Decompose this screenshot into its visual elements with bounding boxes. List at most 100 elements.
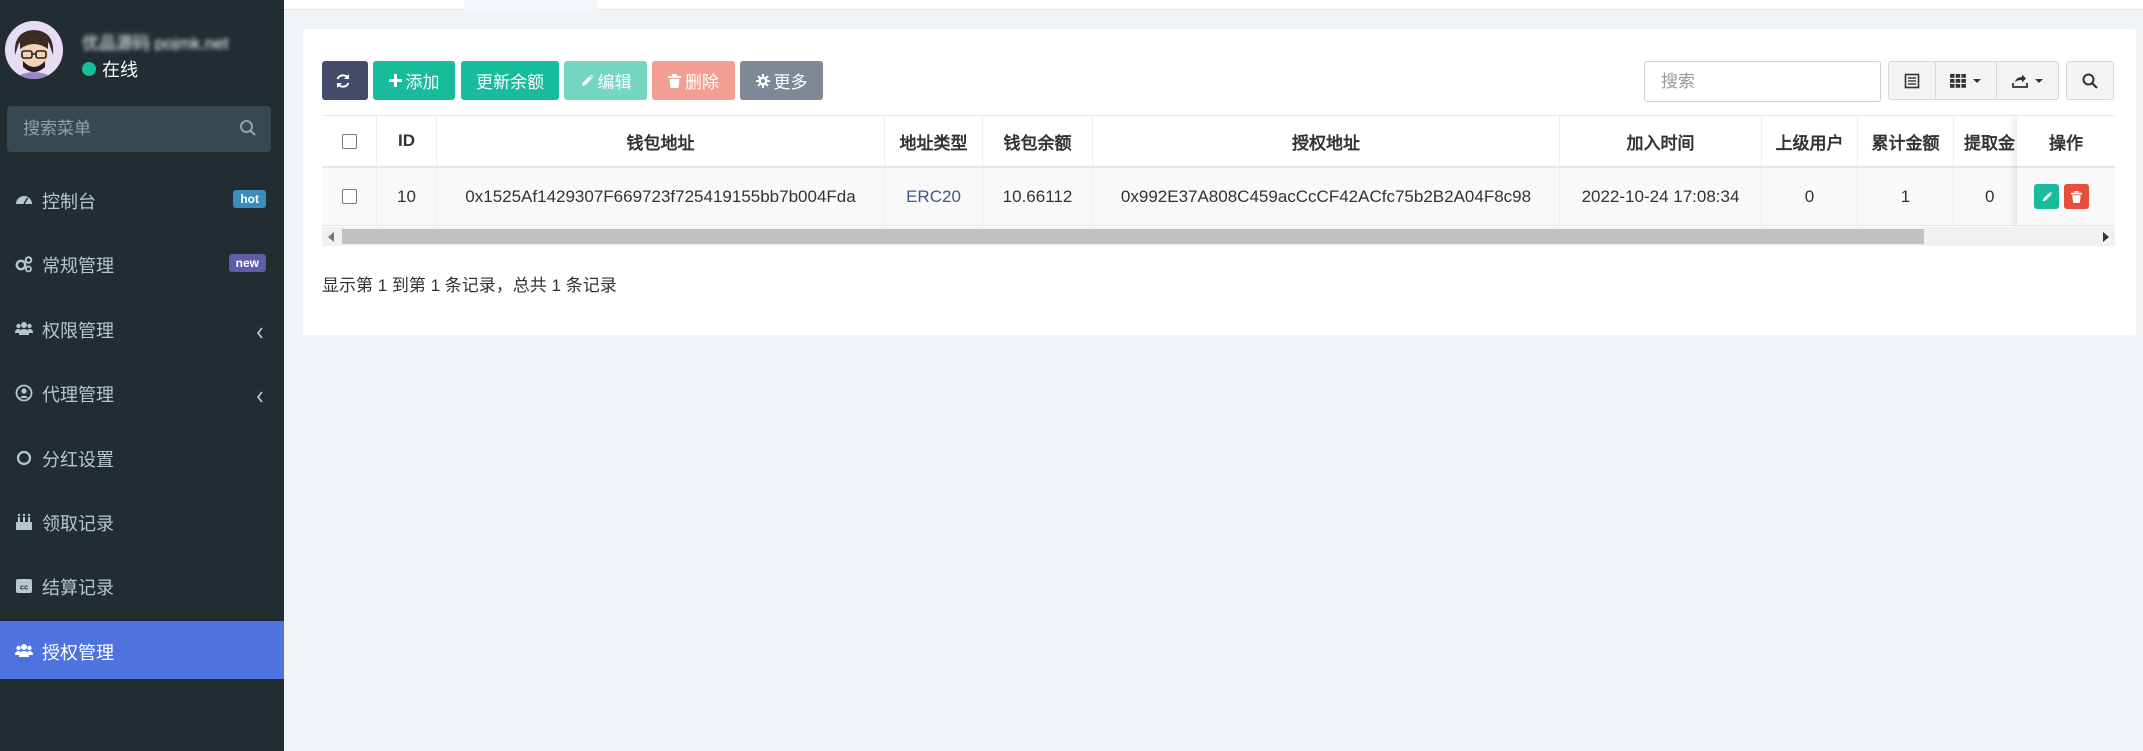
plus-icon bbox=[388, 74, 402, 87]
sidebar-item-label: 授权管理 bbox=[42, 643, 114, 663]
table-search-input[interactable] bbox=[1645, 62, 1880, 101]
edit-button[interactable]: 编辑 bbox=[564, 61, 647, 100]
sidebar-item-claims[interactable]: 领取记录 bbox=[0, 492, 284, 550]
dashboard-icon bbox=[15, 191, 33, 209]
sidebar-item-dividend[interactable]: 分红设置 bbox=[0, 428, 284, 486]
cell-join-time: 2022-10-24 17:08:34 bbox=[1560, 168, 1762, 225]
column-header[interactable]: 授权地址 bbox=[1093, 116, 1560, 166]
pagination-info: 显示第 1 到第 1 条记录，总共 1 条记录 bbox=[322, 276, 617, 295]
sidebar-item-label: 结算记录 bbox=[42, 578, 114, 598]
cell-total-amount: 1 bbox=[1858, 168, 1954, 225]
toggle-view-button[interactable] bbox=[1888, 61, 1936, 100]
users-icon bbox=[15, 320, 33, 338]
refresh-button[interactable] bbox=[322, 61, 368, 100]
export-icon bbox=[2011, 74, 2028, 88]
sidebar-item-label: 分红设置 bbox=[42, 450, 114, 470]
caret-down-icon bbox=[2034, 78, 2043, 83]
sidebar-item-general[interactable]: 常规管理 new bbox=[0, 234, 284, 292]
pencil-icon bbox=[2042, 191, 2052, 201]
search-icon[interactable] bbox=[239, 119, 257, 142]
top-tab-bar bbox=[284, 0, 2143, 10]
row-edit-button[interactable] bbox=[2034, 184, 2059, 209]
user-name: 优品源码 pojmk.net bbox=[82, 34, 229, 51]
refresh-icon bbox=[336, 73, 350, 88]
scroll-left-icon[interactable] bbox=[328, 232, 334, 242]
avatar[interactable] bbox=[5, 21, 63, 79]
add-label: 添加 bbox=[405, 73, 440, 92]
sidebar-item-label: 权限管理 bbox=[42, 321, 114, 341]
operation-column: 操作 bbox=[2017, 115, 2115, 226]
sidebar-item-dashboard[interactable]: 控制台 hot bbox=[0, 170, 284, 228]
menu-search-input[interactable] bbox=[7, 106, 271, 152]
edit-label: 编辑 bbox=[597, 73, 632, 92]
horizontal-scrollbar[interactable] bbox=[322, 227, 2115, 246]
scroll-right-icon[interactable] bbox=[2103, 232, 2109, 242]
sidebar-item-authorization[interactable]: 授权管理 bbox=[0, 621, 284, 679]
cell-withdraw: 0 bbox=[1954, 168, 2024, 225]
cc-icon: cc bbox=[15, 577, 33, 595]
gear-icon bbox=[755, 73, 770, 88]
sidebar: 优品源码 pojmk.net 在线 控制台 hot 常规管理 new 权限管理 bbox=[0, 0, 284, 751]
table-search bbox=[1644, 61, 1881, 102]
select-all-cell bbox=[322, 116, 377, 166]
more-button[interactable]: 更多 bbox=[740, 61, 823, 100]
search-icon bbox=[2082, 73, 2098, 89]
cell-parent-user: 0 bbox=[1762, 168, 1858, 225]
data-table: ID 钱包地址 地址类型 钱包余额 授权地址 加入时间 上级用户 累计金额 提取… bbox=[322, 115, 2115, 246]
table-row[interactable]: 10 0x1525Af1429307F669723f725419155bb7b0… bbox=[322, 168, 2115, 226]
delete-label: 删除 bbox=[685, 73, 719, 92]
cell-wallet-address: 0x1525Af1429307F669723f725419155bb7b004F… bbox=[437, 168, 885, 225]
column-header[interactable]: 钱包余额 bbox=[983, 116, 1093, 166]
column-header[interactable]: 累计金额 bbox=[1858, 116, 1954, 166]
add-button[interactable]: 添加 bbox=[373, 61, 455, 100]
sidebar-item-agents[interactable]: 代理管理 bbox=[0, 363, 284, 421]
scrollbar-thumb[interactable] bbox=[342, 229, 1924, 244]
advanced-search-button[interactable] bbox=[2066, 61, 2114, 100]
menu-search bbox=[7, 106, 271, 152]
row-delete-button[interactable] bbox=[2064, 184, 2089, 209]
grid-icon bbox=[1950, 73, 1966, 88]
online-dot-icon bbox=[82, 62, 96, 76]
sidebar-item-label: 常规管理 bbox=[42, 256, 114, 276]
cell-balance: 10.66112 bbox=[983, 168, 1093, 225]
online-status-label: 在线 bbox=[102, 60, 138, 80]
row-checkbox[interactable] bbox=[341, 189, 357, 204]
circle-icon bbox=[15, 449, 33, 467]
list-icon bbox=[1904, 73, 1920, 88]
hot-badge: hot bbox=[233, 190, 266, 208]
table-header: ID 钱包地址 地址类型 钱包余额 授权地址 加入时间 上级用户 累计金额 提取… bbox=[322, 115, 2115, 168]
column-header[interactable]: 地址类型 bbox=[885, 116, 983, 166]
svg-text:cc: cc bbox=[20, 583, 28, 592]
sidebar-item-label: 代理管理 bbox=[42, 385, 114, 405]
tab-current[interactable] bbox=[464, 0, 598, 10]
sidebar-item-settlement[interactable]: cc 结算记录 bbox=[0, 556, 284, 614]
cell-address-type[interactable]: ERC20 bbox=[885, 168, 983, 225]
column-header[interactable]: 加入时间 bbox=[1560, 116, 1762, 166]
column-header[interactable]: 钱包地址 bbox=[437, 116, 885, 166]
cell-id: 10 bbox=[377, 168, 437, 225]
online-status: 在线 bbox=[82, 56, 138, 82]
column-header[interactable]: 上级用户 bbox=[1762, 116, 1858, 166]
delete-button[interactable]: 删除 bbox=[652, 61, 735, 100]
update-balance-label: 更新余额 bbox=[476, 73, 544, 92]
sidebar-item-permissions[interactable]: 权限管理 bbox=[0, 299, 284, 357]
pencil-icon bbox=[581, 74, 593, 86]
columns-button[interactable] bbox=[1935, 61, 1997, 100]
caret-down-icon bbox=[1973, 78, 1981, 83]
user-circle-icon bbox=[15, 384, 33, 402]
select-all-checkbox[interactable] bbox=[341, 133, 357, 149]
row-select-cell bbox=[322, 168, 377, 225]
chevron-left-icon bbox=[256, 387, 264, 408]
cogs-icon bbox=[15, 255, 33, 273]
new-badge: new bbox=[228, 254, 266, 272]
trash-icon bbox=[668, 73, 681, 88]
column-header[interactable]: ID bbox=[377, 116, 437, 166]
column-header: 操作 bbox=[2017, 115, 2115, 168]
column-header[interactable]: 提取金 bbox=[1954, 116, 2024, 166]
sidebar-item-label: 控制台 bbox=[42, 192, 96, 212]
birthday-cake-icon bbox=[15, 513, 33, 531]
users-icon bbox=[15, 642, 33, 660]
update-balance-button[interactable]: 更新余额 bbox=[461, 61, 559, 100]
trash-icon bbox=[2071, 190, 2082, 203]
export-button[interactable] bbox=[1996, 61, 2059, 100]
